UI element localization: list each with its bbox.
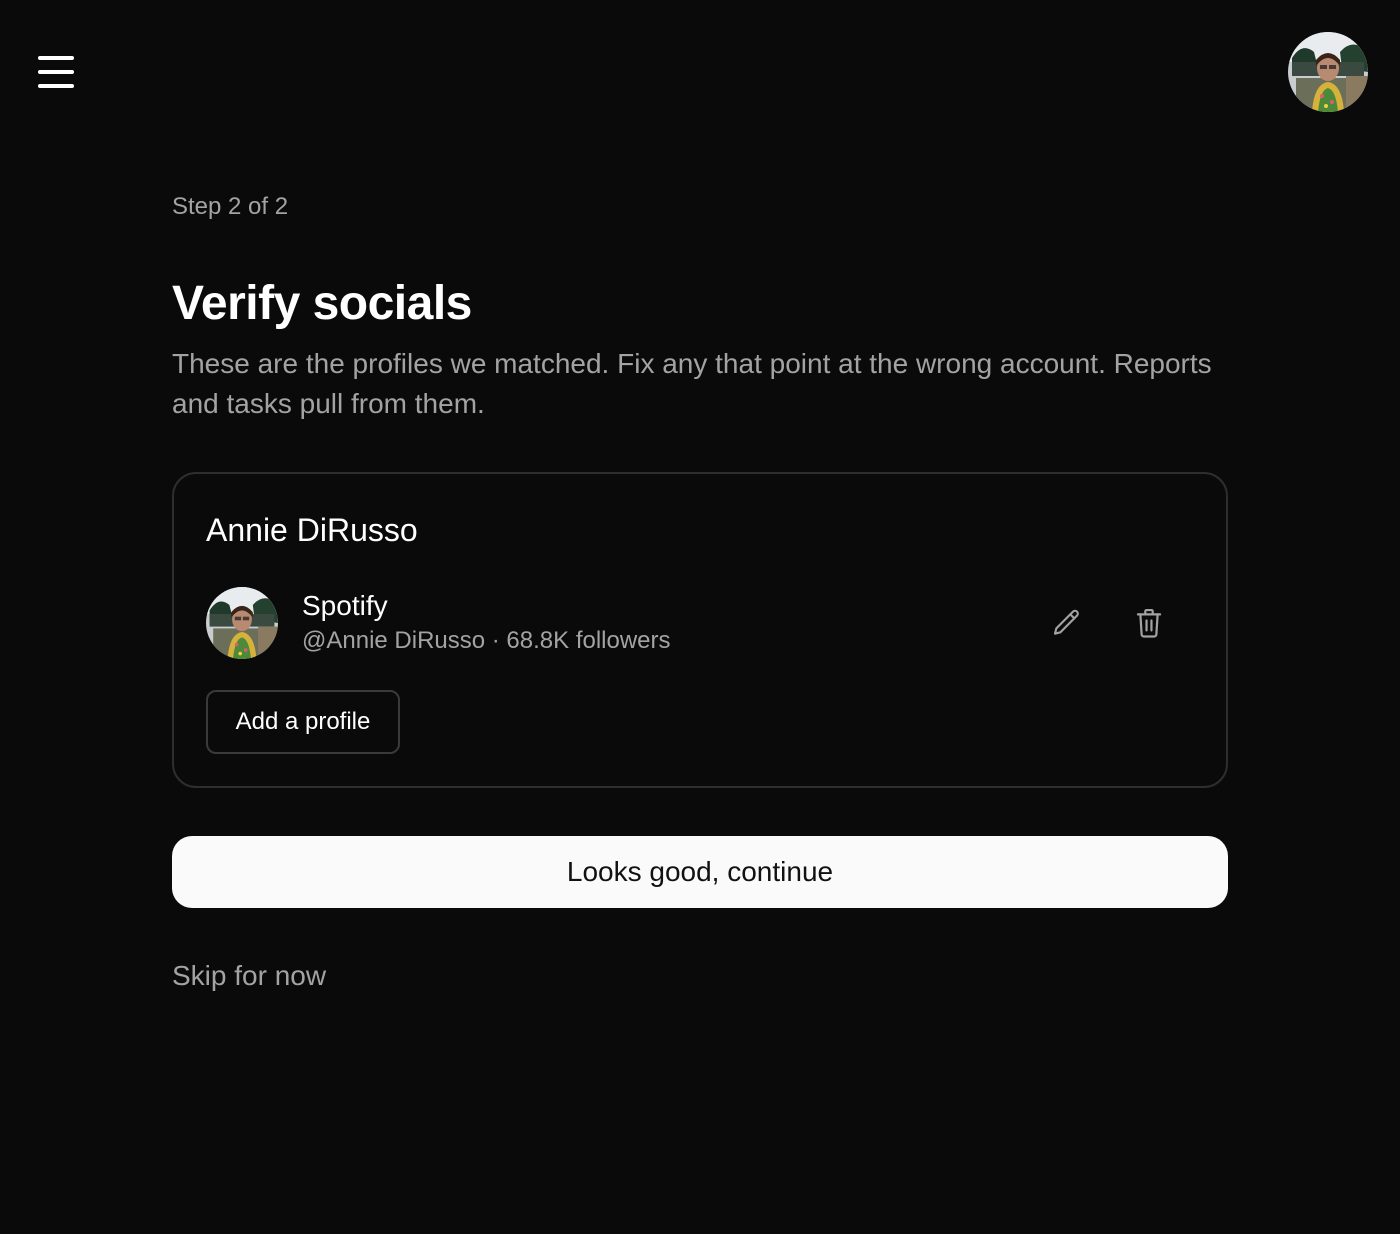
skip-link[interactable]: Skip for now — [172, 960, 326, 992]
page-title: Verify socials — [172, 277, 472, 330]
trash-icon[interactable] — [1132, 604, 1166, 642]
continue-button[interactable]: Looks good, continue — [172, 836, 1228, 908]
hamburger-menu-icon[interactable] — [34, 52, 78, 92]
menu-line — [38, 84, 74, 88]
add-profile-button[interactable]: Add a profile — [206, 690, 400, 754]
pencil-icon[interactable] — [1050, 604, 1084, 642]
profile-avatar-photo — [206, 587, 278, 659]
page-subtitle: These are the profiles we matched. Fix a… — [172, 348, 1212, 419]
step-indicator: Step 2 of 2 — [172, 193, 289, 220]
menu-line — [38, 56, 74, 60]
profile-avatar — [206, 587, 278, 659]
profile-handle-followers: @Annie DiRusso · 68.8K followers — [302, 627, 671, 654]
menu-line — [38, 70, 74, 74]
profile-platform: Spotify — [302, 590, 388, 621]
artist-socials-card: Annie DiRusso Spotify @Annie DiRusso · 6… — [172, 472, 1228, 788]
avatar-photo — [1288, 32, 1368, 112]
artist-name: Annie DiRusso — [206, 512, 418, 548]
profile-actions — [1050, 604, 1166, 642]
top-bar — [0, 0, 1400, 140]
profile-info: Spotify @Annie DiRusso · 68.8K followers — [302, 589, 671, 657]
user-avatar[interactable] — [1288, 32, 1368, 112]
social-profile-row: Spotify @Annie DiRusso · 68.8K followers — [206, 586, 1196, 660]
